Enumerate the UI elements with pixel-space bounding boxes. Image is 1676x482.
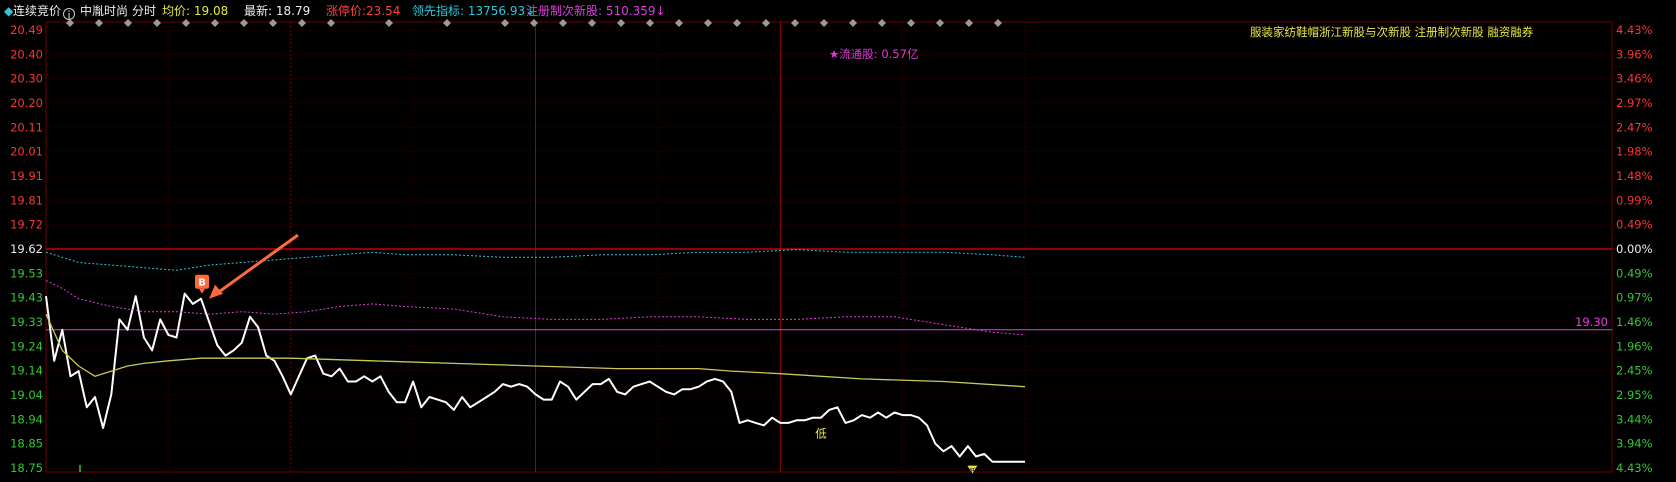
event-marker-icon: [907, 19, 915, 27]
event-marker-icon: [791, 19, 799, 27]
event-marker-icon: [704, 19, 712, 27]
event-marker-icon: [182, 19, 190, 27]
event-marker-icon: [588, 19, 596, 27]
percent-tick-label: 3.46%: [1616, 72, 1653, 86]
percent-tick-label: 2.95%: [1616, 388, 1653, 402]
low-point-label: 低: [969, 467, 976, 476]
event-marker-icon: [617, 19, 625, 27]
event-marker-icon: [269, 19, 277, 27]
price-tick-label: 19.14: [10, 364, 43, 378]
percent-tick-label: 2.47%: [1616, 120, 1653, 134]
price-tick-label: 20.01: [10, 145, 43, 159]
percent-tick-label: 2.45%: [1616, 364, 1653, 378]
price-tick-label: 20.30: [10, 72, 43, 86]
price-tick-label: 20.49: [10, 23, 43, 37]
percent-tick-label: 0.49%: [1616, 218, 1653, 232]
event-marker-icon: [559, 19, 567, 27]
event-marker-icon: [211, 19, 219, 27]
event-marker-icon: [530, 19, 538, 27]
event-marker-icon: [298, 19, 306, 27]
float-shares-label: ★流通股: 0.57亿: [829, 47, 918, 61]
low-marker-label: 低: [815, 427, 827, 441]
annotation-arrowhead-icon: [209, 284, 224, 299]
price-tick-label: 19.62: [10, 242, 43, 256]
event-marker-icon: [762, 19, 770, 27]
percent-tick-label: 1.96%: [1616, 339, 1653, 353]
buy-pointer-icon: [199, 288, 206, 294]
event-marker-icon: [675, 19, 683, 27]
price-tick-label: 20.11: [10, 120, 43, 134]
price-tick-label: 18.75: [10, 461, 43, 475]
price-tick-label: 19.33: [10, 315, 43, 329]
event-marker-icon: [153, 19, 161, 27]
event-marker-icon: [994, 19, 1002, 27]
event-marker-icon: [240, 19, 248, 27]
event-marker-icon: [385, 19, 393, 27]
reference-price-label: 19.30: [1575, 315, 1608, 329]
event-marker-icon: [66, 19, 74, 27]
price-tick-label: 19.24: [10, 339, 43, 353]
percent-tick-label: 0.49%: [1616, 266, 1653, 280]
buy-marker-label: B: [198, 278, 206, 289]
percent-axis: 4.43% 3.96% 3.46% 2.97% 2.47% 1.98% 1.48% 0.99%…: [1616, 23, 1653, 475]
percent-tick-label: 1.98%: [1616, 145, 1653, 159]
event-marker-row: [66, 19, 1002, 27]
event-marker-icon: [936, 19, 944, 27]
price-tick-label: 19.04: [10, 388, 43, 402]
price-axis: 20.49 20.40 20.30 20.20 20.11 20.01 19.91 19.81…: [10, 23, 43, 475]
event-marker-icon: [733, 19, 741, 27]
price-tick-label: 20.40: [10, 47, 43, 61]
price-tick-label: 19.53: [10, 266, 43, 280]
price-tick-label: 18.85: [10, 437, 43, 451]
event-marker-icon: [878, 19, 886, 27]
percent-tick-label: 2.97%: [1616, 96, 1653, 110]
event-marker-icon: [501, 19, 509, 27]
chart-markers: B低低: [195, 233, 978, 476]
annotation-arrow: [214, 233, 299, 296]
percent-tick-label: 0.99%: [1616, 193, 1653, 207]
percent-tick-label: 1.48%: [1616, 169, 1653, 183]
price-tick-label: 20.20: [10, 96, 43, 110]
price-tick-label: 19.91: [10, 169, 43, 183]
price-tick-label: 19.72: [10, 218, 43, 232]
percent-tick-label: 0.00%: [1616, 242, 1653, 256]
event-marker-icon: [443, 19, 451, 27]
price-tick-label: 18.94: [10, 412, 43, 426]
price-tick-label: 19.43: [10, 291, 43, 305]
event-marker-icon: [965, 19, 973, 27]
event-marker-icon: [327, 19, 335, 27]
event-marker-icon: [646, 19, 654, 27]
event-marker-icon: [849, 19, 857, 27]
percent-tick-label: 3.94%: [1616, 437, 1653, 451]
event-marker-icon: [124, 19, 132, 27]
percent-tick-label: 4.43%: [1616, 23, 1653, 37]
intraday-chart[interactable]: 19.30 20.49 20.40 20.30 20.20 20.11 20.01 19.9…: [0, 0, 1676, 482]
percent-tick-label: 0.97%: [1616, 291, 1653, 305]
event-marker-icon: [820, 19, 828, 27]
percent-tick-label: 3.96%: [1616, 47, 1653, 61]
price-tick-label: 19.81: [10, 193, 43, 207]
percent-tick-label: 3.44%: [1616, 412, 1653, 426]
sector-tags[interactable]: 服装家纺鞋帽浙江新股与次新股 注册制次新股 融资融券: [1250, 25, 1534, 39]
percent-tick-label: 4.43%: [1616, 461, 1653, 475]
event-marker-icon: [95, 19, 103, 27]
percent-tick-label: 1.46%: [1616, 315, 1653, 329]
